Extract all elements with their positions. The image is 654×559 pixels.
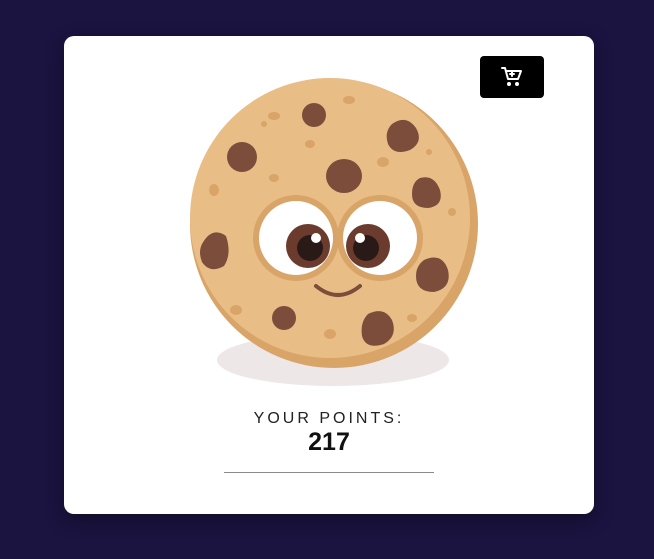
cookie-button[interactable] bbox=[184, 78, 484, 398]
points-card: YOUR POINTS: 217 bbox=[64, 36, 594, 514]
cart-button[interactable] bbox=[480, 56, 544, 98]
points-value: 217 bbox=[308, 428, 350, 456]
divider bbox=[224, 472, 434, 473]
cookie-character-image bbox=[190, 78, 478, 386]
shopping-cart-icon bbox=[500, 65, 524, 89]
points-label: YOUR POINTS: bbox=[253, 410, 405, 427]
